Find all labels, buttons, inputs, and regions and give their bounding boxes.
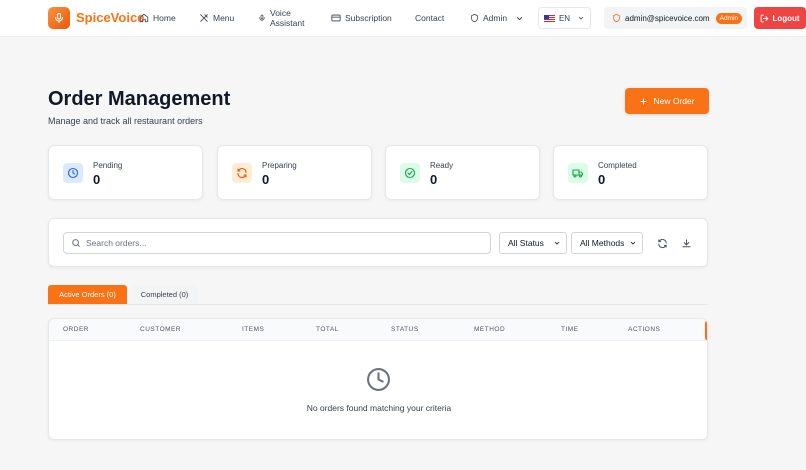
stat-card-pending: Pending 0 <box>48 145 203 200</box>
table-header: ORDER CUSTOMER ITEMS TOTAL STATUS METHOD… <box>49 319 707 341</box>
tabs-divider <box>48 304 708 305</box>
stat-value: 0 <box>430 172 438 187</box>
chevron-down-icon <box>578 16 584 20</box>
logout-icon <box>761 14 769 22</box>
us-flag-icon <box>543 14 555 22</box>
method-filter-select[interactable]: All Methods <box>571 232 643 254</box>
nav-subscription-link[interactable]: Subscription <box>331 13 392 23</box>
stat-value: 0 <box>598 172 606 187</box>
empty-state-message: No orders found matching your criteria <box>306 403 452 413</box>
column-header[interactable]: ITEMS <box>242 326 264 333</box>
column-header[interactable]: TIME <box>561 326 579 333</box>
chevron-down-icon <box>517 16 523 20</box>
page-subtitle: Manage and track all restaurant orders <box>48 116 203 126</box>
nav-home-link[interactable]: Home <box>139 13 176 23</box>
stat-label: Preparing <box>262 161 297 170</box>
column-header[interactable]: METHOD <box>474 326 505 333</box>
orders-table: ORDER CUSTOMER ITEMS TOTAL STATUS METHOD… <box>48 318 708 440</box>
clock-icon <box>367 368 390 391</box>
nav-contact-label: Contact <box>415 13 445 23</box>
user-account-chip[interactable]: admin@spicevoice.com Admin <box>604 7 747 29</box>
nav-menu-label: Menu <box>213 13 235 23</box>
status-filter-select[interactable]: All Status <box>499 232 567 254</box>
credit-card-icon <box>331 14 341 22</box>
stat-value: 0 <box>262 172 270 187</box>
download-icon <box>681 238 691 247</box>
shield-icon <box>471 13 478 23</box>
stat-label: Pending <box>93 161 123 170</box>
chevron-down-icon <box>630 241 636 245</box>
stat-card-preparing: Preparing 0 <box>217 145 372 200</box>
nav-admin-label: Admin <box>483 13 508 23</box>
nav-voice-assistant-link[interactable]: Voice Assistant <box>258 8 308 28</box>
page-title: Order Management <box>48 88 231 110</box>
role-badge: Admin <box>715 12 743 24</box>
search-box[interactable] <box>63 232 491 254</box>
stat-card-completed: Completed 0 <box>553 145 708 200</box>
nav-contact-link[interactable]: Contact <box>415 13 444 23</box>
chevron-down-icon <box>554 241 560 245</box>
column-header[interactable]: ORDER <box>63 326 89 333</box>
column-header[interactable]: CUSTOMER <box>140 326 181 333</box>
stat-card-ready: Ready 0 <box>385 145 540 200</box>
brand-name[interactable]: SpiceVoice <box>76 10 144 25</box>
nav-admin-dropdown[interactable]: Admin <box>470 13 524 23</box>
export-button[interactable] <box>679 236 693 250</box>
refresh-icon <box>657 238 667 248</box>
column-header[interactable]: TOTAL <box>316 326 339 333</box>
brand-logo-icon[interactable] <box>48 7 70 29</box>
refresh-icon <box>232 163 252 183</box>
nav-home-label: Home <box>153 13 176 23</box>
logout-button[interactable]: Logout <box>754 7 806 29</box>
home-icon <box>139 13 149 23</box>
nav-menu-link[interactable]: Menu <box>199 13 234 23</box>
stat-label: Ready <box>430 161 454 170</box>
column-header[interactable]: STATUS <box>391 326 419 333</box>
user-email: admin@spicevoice.com <box>625 13 710 23</box>
clock-icon <box>63 163 83 183</box>
new-order-label: New Order <box>653 96 695 106</box>
tab-active-orders[interactable]: Active Orders (0) <box>48 285 127 304</box>
shield-icon <box>613 13 620 23</box>
refresh-button[interactable] <box>655 236 669 250</box>
search-input[interactable] <box>86 238 466 248</box>
mic-icon <box>259 14 265 22</box>
stat-value: 0 <box>93 172 101 187</box>
filter-bar: All Status All Methods <box>48 218 708 267</box>
check-circle-icon <box>400 163 420 183</box>
plus-icon <box>640 97 648 105</box>
utensils-icon <box>200 14 208 22</box>
status-filter-value: All Status <box>508 238 544 248</box>
stat-label: Completed <box>598 161 637 170</box>
column-header[interactable]: ACTIONS <box>628 326 660 333</box>
logout-label: Logout <box>772 13 800 23</box>
language-select[interactable]: EN <box>538 7 591 29</box>
search-icon <box>72 239 80 247</box>
method-filter-value: All Methods <box>580 238 625 248</box>
nav-subscription-label: Subscription <box>345 13 392 23</box>
language-label: EN <box>558 13 571 23</box>
truck-icon <box>568 163 588 183</box>
tab-completed[interactable]: Completed (0) <box>131 285 198 304</box>
top-navbar: SpiceVoice Home Menu Voice Assistant Sub… <box>0 0 806 37</box>
nav-voice-assistant-label: Voice Assistant <box>270 8 305 28</box>
horizontal-scrollbar[interactable] <box>705 321 707 340</box>
new-order-button[interactable]: New Order <box>625 88 709 114</box>
